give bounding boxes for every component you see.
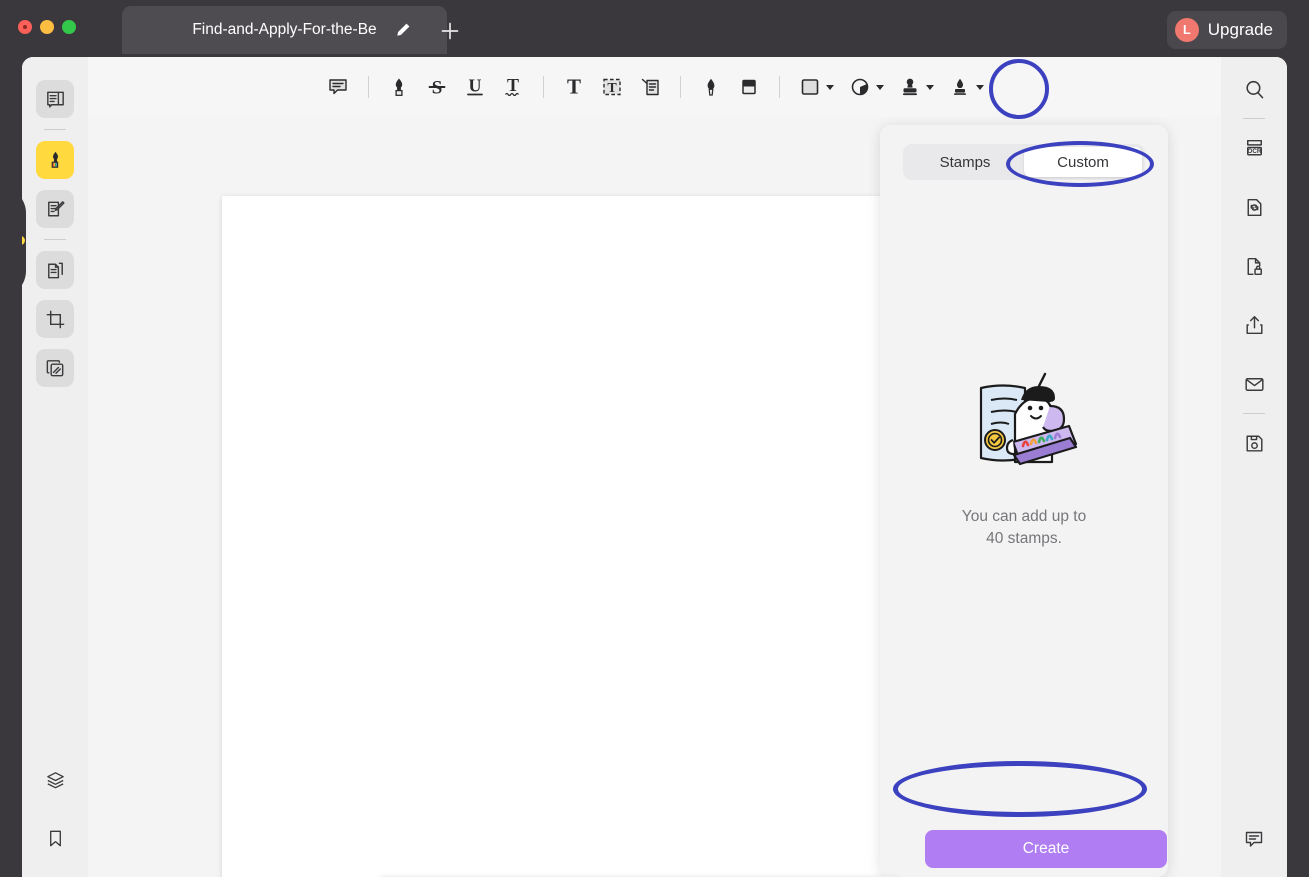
stamp-icon (898, 75, 922, 99)
sidebar-item-organize[interactable] (36, 251, 74, 289)
rightbar-item-convert[interactable] (1236, 189, 1272, 225)
text-box-icon: T (600, 75, 624, 99)
maximize-window-button[interactable] (62, 20, 76, 34)
square-shape-icon (798, 75, 822, 99)
chevron-down-icon[interactable] (976, 85, 984, 90)
upgrade-button[interactable]: L Upgrade (1167, 11, 1287, 49)
window-controls (18, 20, 76, 34)
rightbar-item-mail[interactable] (1236, 366, 1272, 402)
panel-tab-stamps-label: Stamps (940, 154, 991, 171)
sidebar-item-annotate[interactable] (36, 141, 74, 179)
person-with-stamp-illustration (961, 370, 1087, 486)
text-icon: T (562, 75, 586, 99)
sidebar-item-edit[interactable] (36, 190, 74, 228)
tool-note[interactable] (319, 67, 357, 107)
svg-text:T: T (506, 75, 518, 95)
chevron-down-icon[interactable] (826, 85, 834, 90)
svg-text:OCR: OCR (1247, 148, 1261, 155)
svg-text:U: U (468, 76, 481, 96)
comment-note-icon (326, 75, 350, 99)
create-button[interactable]: Create (925, 830, 1167, 868)
tool-highlight[interactable] (380, 67, 418, 107)
panel-tab-stamps[interactable]: Stamps (906, 147, 1024, 177)
empty-state: You can add up to 40 stamps. (880, 370, 1168, 550)
toolbar-divider (680, 76, 681, 98)
tool-callout[interactable] (631, 67, 669, 107)
stamps-panel: Stamps Custom (880, 125, 1168, 877)
tool-pen[interactable] (692, 67, 730, 107)
empty-state-text: You can add up to 40 stamps. (962, 506, 1086, 550)
rightbar-item-search[interactable] (1236, 71, 1272, 107)
panel-tab-group: Stamps Custom (903, 144, 1145, 180)
toolbar-divider (543, 76, 544, 98)
sidebar-item-bookmark[interactable] (36, 819, 74, 857)
rightbar-item-protect[interactable] (1236, 248, 1272, 284)
document-tab-title: Find-and-Apply-For-the-Be (192, 21, 376, 39)
tool-text-box[interactable]: T (593, 67, 631, 107)
tool-pie[interactable] (841, 67, 891, 107)
rightbar-divider (1243, 118, 1265, 119)
tool-underline[interactable]: U (456, 67, 494, 107)
callout-icon (638, 75, 662, 99)
annotation-toolbar: S U T (88, 57, 1221, 117)
app-window: Find-and-Apply-For-the-Be L Upgrade (0, 0, 1309, 877)
upgrade-label: Upgrade (1208, 20, 1273, 40)
svg-text:T: T (566, 75, 580, 99)
pencil-icon[interactable] (395, 22, 411, 38)
avatar: L (1175, 18, 1199, 42)
sidebar-item-layers[interactable] (36, 761, 74, 799)
underline-icon: U (463, 75, 487, 99)
titlebar: Find-and-Apply-For-the-Be L Upgrade (0, 0, 1309, 60)
rightbar-item-save[interactable] (1236, 425, 1272, 461)
signature-stamp-icon (948, 75, 972, 99)
rightbar-item-ocr[interactable]: OCR (1236, 130, 1272, 166)
pie-shape-icon (848, 75, 872, 99)
svg-text:S: S (431, 78, 442, 99)
toolbar-divider (368, 76, 369, 98)
rightbar-item-comments[interactable] (1236, 821, 1272, 857)
right-sidebar: OCR (1221, 57, 1287, 877)
svg-text:T: T (607, 81, 617, 96)
sidebar-item-compare[interactable] (36, 349, 74, 387)
sidebar-divider (44, 239, 66, 240)
toolbar-divider (779, 76, 780, 98)
left-sidebar (22, 57, 88, 877)
squiggly-underline-icon: T (501, 75, 525, 99)
tool-squiggly[interactable]: T (494, 67, 532, 107)
active-indicator-dot (22, 236, 25, 245)
tool-eraser[interactable] (730, 67, 768, 107)
rightbar-item-share[interactable] (1236, 307, 1272, 343)
sidebar-item-crop[interactable] (36, 300, 74, 338)
tool-signature[interactable] (941, 67, 991, 107)
chevron-down-icon[interactable] (926, 85, 934, 90)
panel-tab-custom-label: Custom (1057, 154, 1109, 171)
pen-icon (699, 75, 723, 99)
eraser-icon (737, 75, 761, 99)
tool-strikethrough[interactable]: S (418, 67, 456, 107)
empty-state-text-line1: You can add up to (962, 506, 1086, 528)
empty-state-text-line2: 40 stamps. (962, 528, 1086, 550)
panel-tab-custom[interactable]: Custom (1024, 147, 1142, 177)
document-tab[interactable]: Find-and-Apply-For-the-Be (122, 6, 447, 54)
strikethrough-icon: S (425, 75, 449, 99)
tool-stamp[interactable] (891, 67, 941, 107)
tool-text[interactable]: T (555, 67, 593, 107)
highlighter-icon (387, 75, 411, 99)
create-button-label: Create (1023, 840, 1070, 858)
minimize-window-button[interactable] (40, 20, 54, 34)
chevron-down-icon[interactable] (876, 85, 884, 90)
sidebar-divider (44, 129, 66, 130)
new-tab-button[interactable] (437, 18, 463, 44)
close-window-button[interactable] (18, 20, 32, 34)
sidebar-item-reader[interactable] (36, 80, 74, 118)
document-page[interactable] (222, 196, 890, 877)
main-window: S U T (22, 57, 1287, 877)
tool-shapes[interactable] (791, 67, 841, 107)
rightbar-divider (1243, 413, 1265, 414)
